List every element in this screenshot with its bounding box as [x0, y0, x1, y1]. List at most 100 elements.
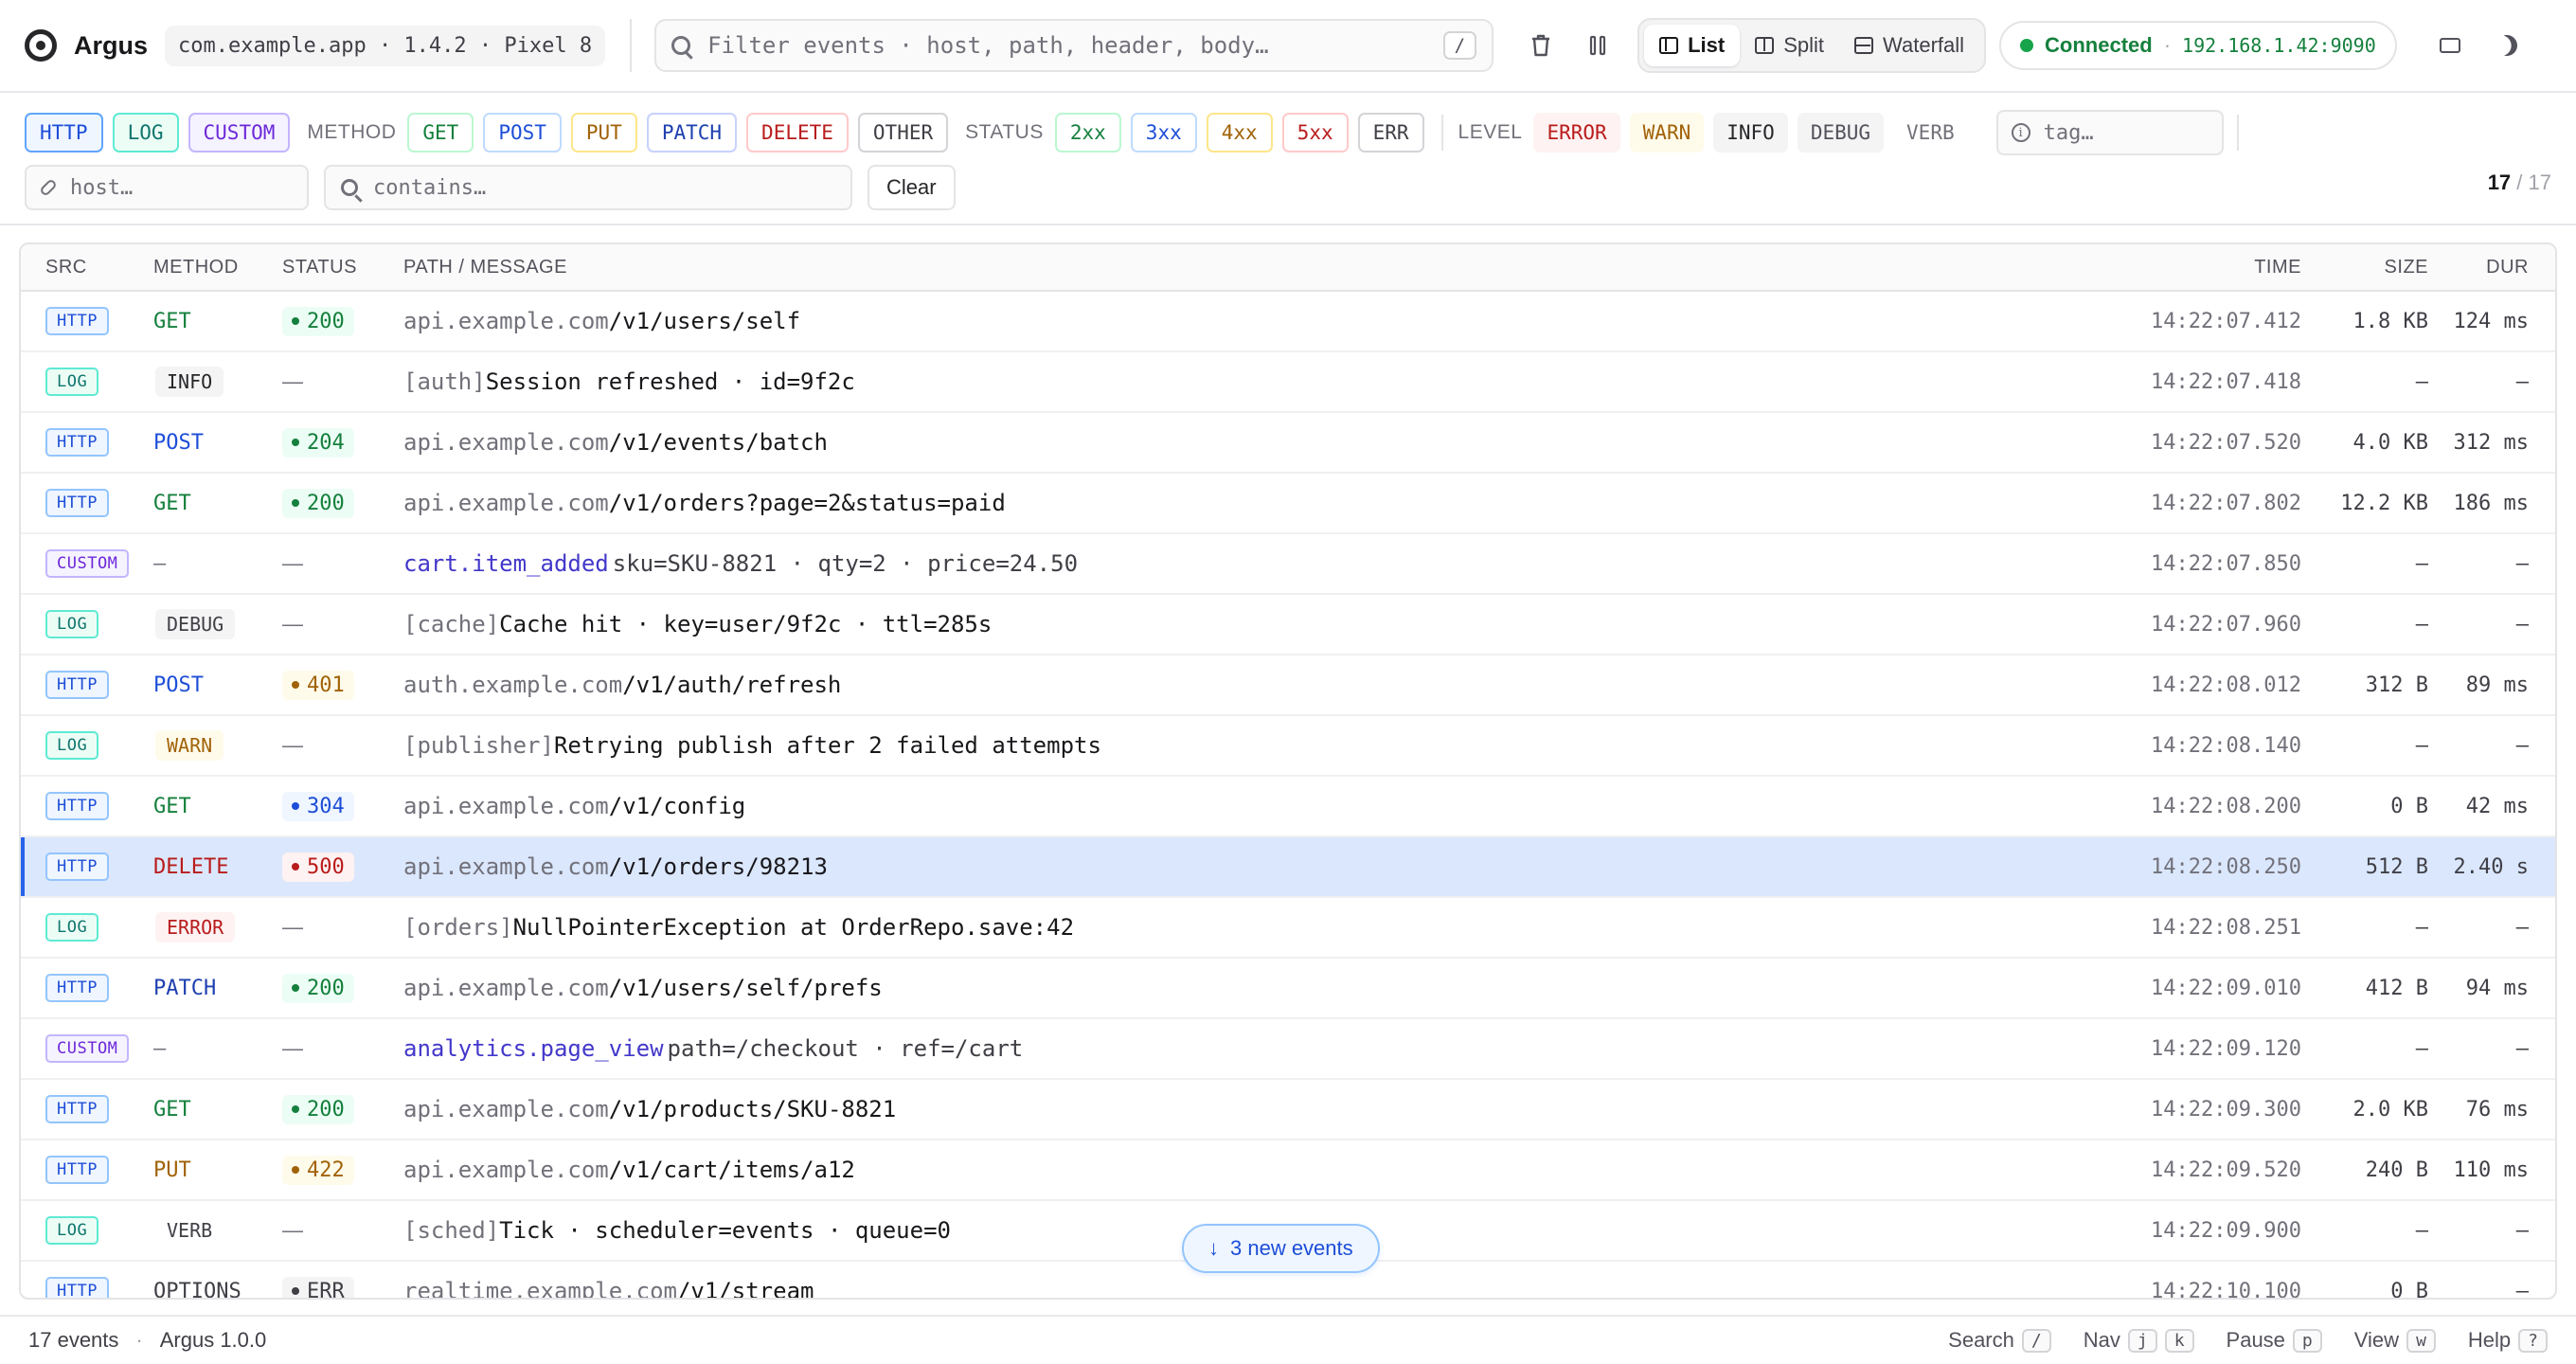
shortcut-hint-pause: Pause p: [2227, 1328, 2322, 1353]
log-tag: [sched]: [403, 1217, 500, 1244]
theme-toggle-button[interactable]: [2484, 23, 2530, 68]
status-badge: 422: [282, 1155, 354, 1185]
status-cell: —: [282, 369, 303, 393]
time-cell: 14:22:07.418: [2151, 369, 2301, 394]
device-info[interactable]: com.example.app · 1.4.2 · Pixel 8: [165, 25, 606, 66]
connection-address: 192.168.1.42:9090: [2182, 34, 2376, 57]
duration-cell: —: [2515, 1036, 2529, 1061]
filter-src-custom[interactable]: CUSTOM: [188, 113, 291, 153]
filter-level-verb[interactable]: VERB: [1893, 113, 1968, 153]
duration-cell: 42 ms: [2465, 794, 2529, 818]
filter-status-err[interactable]: ERR: [1357, 113, 1424, 153]
filter-method-other[interactable]: OTHER: [857, 113, 949, 153]
status-cell: —: [282, 915, 303, 939]
table-row[interactable]: HTTP GET 200 api.example.com/v1/products/SK…: [21, 1080, 2555, 1140]
path-message-cell: api.example.com/v1/orders?page=2&status=…: [403, 490, 2093, 516]
table-row[interactable]: CUSTOM — — cart.item_added sku=SKU-8821 · qt…: [21, 534, 2555, 595]
table-row[interactable]: LOG ERROR — [orders]NullPointerException at…: [21, 898, 2555, 959]
new-events-button[interactable]: ↓ 3 new events: [1182, 1224, 1380, 1273]
host-filter-input[interactable]: host…: [25, 165, 309, 210]
moon-icon: [2494, 32, 2520, 59]
table-row[interactable]: CUSTOM — — analytics.page_view path=/checkou…: [21, 1019, 2555, 1080]
view-list-button[interactable]: List: [1644, 25, 1741, 66]
path-text: /v1/products/SKU-8821: [608, 1096, 897, 1122]
top-bar: Argus com.example.app · 1.4.2 · Pixel 8 …: [0, 0, 2576, 93]
col-method[interactable]: METHOD: [153, 257, 282, 278]
filter-level-debug[interactable]: DEBUG: [1797, 113, 1885, 153]
event-count: 17 / 17: [2487, 170, 2551, 194]
path-text: /v1/cart/items/a12: [608, 1157, 855, 1183]
table-row[interactable]: HTTP GET 200 api.example.com/v1/orders?page…: [21, 474, 2555, 534]
filter-method-get[interactable]: GET: [407, 113, 474, 153]
duration-cell: —: [2515, 733, 2529, 758]
filter-method-put[interactable]: PUT: [570, 113, 637, 153]
table-row[interactable]: HTTP GET 304 api.example.com/v1/config 14:22…: [21, 777, 2555, 837]
table-row[interactable]: HTTP PUT 422 api.example.com/v1/cart/items/…: [21, 1140, 2555, 1201]
size-cell: 1.8 KB: [2352, 309, 2428, 333]
status-badge: 304: [282, 791, 354, 821]
filter-method-delete[interactable]: DELETE: [746, 113, 849, 153]
table-row[interactable]: HTTP POST 401 auth.example.com/v1/auth/refr…: [21, 655, 2555, 716]
filter-status-2xx[interactable]: 2xx: [1054, 113, 1121, 153]
event-filter-search[interactable]: Filter events · host, path, header, body…: [654, 19, 1494, 72]
host-text: api.example.com: [403, 490, 609, 516]
search-input[interactable]: Filter events · host, path, header, body…: [707, 32, 1443, 59]
filter-src-log[interactable]: LOG: [112, 113, 179, 153]
col-status[interactable]: STATUS: [282, 257, 403, 278]
filter-level-error[interactable]: ERROR: [1533, 113, 1620, 153]
view-split-button[interactable]: Split: [1740, 25, 1839, 66]
filter-src-http[interactable]: HTTP: [25, 113, 103, 153]
time-cell: 14:22:08.251: [2151, 915, 2301, 940]
filter-status-5xx[interactable]: 5xx: [1281, 113, 1349, 153]
table-row[interactable]: LOG DEBUG — [cache]Cache hit · key=user/9f2…: [21, 595, 2555, 655]
filter-method-patch[interactable]: PATCH: [646, 113, 738, 153]
table-row[interactable]: HTTP DELETE 500 api.example.com/v1/orders/9…: [21, 837, 2555, 898]
filter-status-4xx[interactable]: 4xx: [1206, 113, 1273, 153]
path-message-cell: realtime.example.com/v1/stream: [403, 1278, 2093, 1298]
col-path[interactable]: PATH / MESSAGE: [403, 257, 2093, 278]
size-cell: 312 B: [2365, 673, 2428, 697]
filter-status-3xx[interactable]: 3xx: [1130, 113, 1197, 153]
connection-status[interactable]: Connected · 192.168.1.42:9090: [1999, 21, 2397, 70]
col-dur[interactable]: DUR: [2428, 257, 2555, 278]
contains-filter-input[interactable]: contains…: [324, 165, 852, 210]
level-badge: ERROR: [155, 912, 236, 942]
table-row[interactable]: HTTP GET 200 api.example.com/v1/users/self 1…: [21, 292, 2555, 352]
table-row[interactable]: HTTP PATCH 200 api.example.com/v1/users/sel…: [21, 959, 2555, 1019]
filter-level-warn[interactable]: WARN: [1629, 113, 1705, 153]
path-text: /v1/users/self: [608, 308, 801, 334]
keyboard-shortcuts-button[interactable]: [2427, 23, 2473, 68]
size-cell: —: [2415, 369, 2428, 394]
view-waterfall-button[interactable]: Waterfall: [1839, 25, 1979, 66]
clear-events-button[interactable]: [1518, 23, 1564, 68]
time-cell: 14:22:07.412: [2151, 309, 2301, 333]
method-cell: GET: [153, 309, 191, 333]
col-src[interactable]: SRC: [21, 257, 153, 278]
key-cap: p: [2292, 1328, 2322, 1353]
source-badge: HTTP: [45, 792, 109, 820]
table-row[interactable]: HTTP POST 204 api.example.com/v1/events/bat…: [21, 413, 2555, 474]
level-badge: DEBUG: [155, 609, 236, 639]
tag-filter-input[interactable]: i tag…: [1995, 110, 2224, 155]
custom-event-name: analytics.page_view: [403, 1035, 664, 1062]
path-message-cell: [auth]Session refreshed · id=9f2c: [403, 368, 2093, 395]
col-time[interactable]: TIME: [2093, 257, 2301, 278]
clear-filters-button[interactable]: Clear: [868, 165, 956, 210]
log-tag: [auth]: [403, 368, 486, 395]
pause-button[interactable]: [1575, 23, 1620, 68]
filter-method-post[interactable]: POST: [483, 113, 562, 153]
log-tag: [orders]: [403, 914, 513, 941]
status-bar: 17 events · Argus 1.0.0 Search / Nav j k Paus…: [0, 1315, 2576, 1364]
table-row[interactable]: LOG INFO — [auth]Session refreshed · id=9f2…: [21, 352, 2555, 413]
status-badge: 500: [282, 852, 354, 882]
size-cell: 0 B: [2390, 1279, 2428, 1300]
status-badge: 200: [282, 488, 354, 518]
path-message-cell: api.example.com/v1/products/SKU-8821: [403, 1096, 2093, 1122]
size-cell: —: [2415, 1218, 2428, 1243]
source-badge: LOG: [45, 610, 99, 638]
path-message-cell: analytics.page_view path=/checkout · ref=…: [403, 1035, 2093, 1062]
table-row[interactable]: LOG WARN — [publisher]Retrying publish afte…: [21, 716, 2555, 777]
col-size[interactable]: SIZE: [2301, 257, 2428, 278]
filter-level-info[interactable]: INFO: [1713, 113, 1788, 153]
method-cell: OPTIONS: [153, 1279, 242, 1300]
